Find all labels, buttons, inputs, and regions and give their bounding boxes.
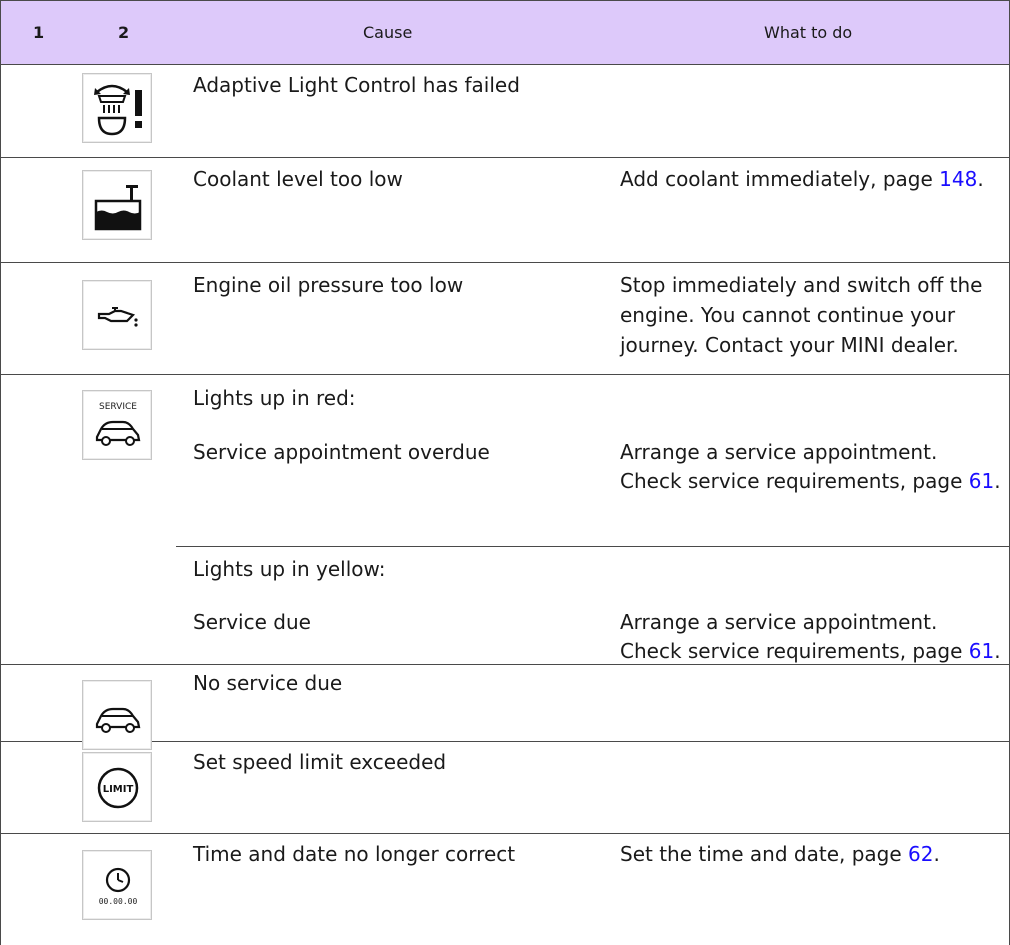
action-line: Arrange a service appointment. xyxy=(620,440,938,464)
cause-text: Set speed limit exceeded xyxy=(193,750,447,774)
cause-text: Coolant level too low xyxy=(193,167,403,191)
row-divider xyxy=(0,262,1010,263)
light-state-heading: Lights up in red: xyxy=(193,386,356,410)
column-header-what-to-do: What to do xyxy=(764,23,853,42)
action-line: engine. You cannot continue your xyxy=(620,303,956,327)
clock-icon: 00.00.00 xyxy=(82,850,152,920)
car-icon xyxy=(82,680,152,750)
row-divider xyxy=(0,833,1010,834)
service-label: SERVICE xyxy=(99,402,137,412)
action-line: Check service requirements, page 61. xyxy=(620,469,1001,493)
action-text: Set the time and date, page 62. xyxy=(620,842,940,866)
light-state-heading: Lights up in yellow: xyxy=(193,557,386,581)
limit-icon: LIMIT xyxy=(82,752,152,822)
page-link[interactable]: 61 xyxy=(969,639,994,663)
clock-label: 00.00.00 xyxy=(99,897,138,906)
column-header-2: 2 xyxy=(118,23,130,42)
column-header-1: 1 xyxy=(33,23,45,42)
cause-text: Service appointment overdue xyxy=(193,440,490,464)
adaptive-light-icon xyxy=(82,73,152,143)
cause-text: Adaptive Light Control has failed xyxy=(193,73,520,97)
table-header: 1 2 Cause What to do xyxy=(0,0,1010,65)
page-link[interactable]: 62 xyxy=(908,842,933,866)
page-link[interactable]: 61 xyxy=(969,469,994,493)
oil-pressure-icon xyxy=(82,280,152,350)
action-line: Check service requirements, page 61. xyxy=(620,639,1001,663)
column-header-cause: Cause xyxy=(363,23,413,42)
cause-text: Time and date no longer correct xyxy=(193,842,516,866)
row-divider xyxy=(0,374,1010,375)
service-icon: SERVICE xyxy=(82,390,152,460)
action-line: Arrange a service appointment. xyxy=(620,610,938,634)
action-line: Stop immediately and switch off the xyxy=(620,273,983,297)
row-divider xyxy=(0,157,1010,158)
cause-text: Service due xyxy=(193,610,311,634)
action-text: Add coolant immediately, page 148. xyxy=(620,167,984,191)
cause-text: No service due xyxy=(193,671,343,695)
limit-label: LIMIT xyxy=(103,784,134,795)
page-link[interactable]: 148 xyxy=(939,167,977,191)
left-border xyxy=(0,0,1,945)
row-divider xyxy=(176,546,1010,547)
action-line: journey. Contact your MINI dealer. xyxy=(620,333,959,357)
cause-text: Engine oil pressure too low xyxy=(193,273,464,297)
coolant-icon xyxy=(82,170,152,240)
